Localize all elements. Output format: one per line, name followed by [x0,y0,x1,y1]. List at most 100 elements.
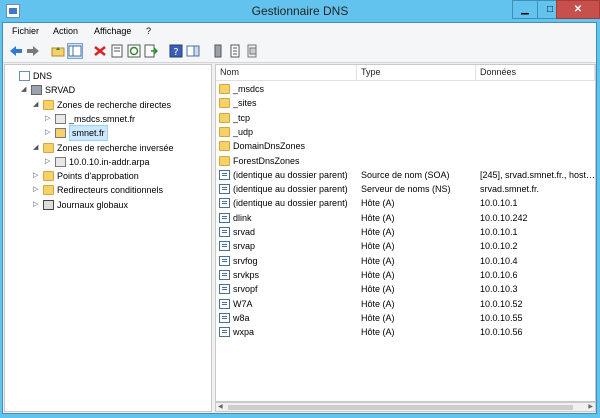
tree-node-label: Zones de recherche directes [57,99,172,110]
log-icon [43,199,54,210]
dns-record-icon [219,269,230,280]
list-item[interactable]: (identique au dossier parent) Source de n… [216,168,595,182]
collapse-arrow-icon[interactable]: ◢ [33,141,41,155]
cell-name: w8a [233,312,250,323]
cell-data: [245], srvad.smnet.fr., host… [480,169,594,180]
menu-help[interactable]: ? [146,26,151,36]
export-list-icon[interactable] [144,44,158,58]
list-item[interactable]: DomainDnsZones [216,139,595,153]
dns-record-icon [219,312,230,323]
menu-affichage[interactable]: Affichage [94,26,131,36]
server-icon [31,85,42,96]
list-item[interactable]: w8a Hôte (A) 10.0.10.55 [216,311,595,325]
list-item[interactable]: W7A Hôte (A) 10.0.10.52 [216,297,595,311]
cell-type: Hôte (A) [361,269,395,280]
list-item[interactable]: srvkps Hôte (A) 10.0.10.6 [216,268,595,282]
tree-node-label: Redirecteurs conditionnels [57,185,164,196]
column-header-nom[interactable]: Nom [216,65,357,81]
forward-arrow-icon[interactable] [26,44,40,58]
list-item[interactable]: wxpa Hôte (A) 10.0.10.56 [216,325,595,339]
expand-arrow-icon[interactable]: ▷ [45,112,53,126]
window-title: Gestionnaire DNS [251,4,349,18]
cell-data: 10.0.10.1 [480,198,518,209]
records-list-icon[interactable] [228,44,242,58]
records-list[interactable]: Nom Type Données _msdcs _sites _tcp _udp Dom… [215,64,596,402]
tree-node-label: _msdcs.smnet.fr [69,113,136,124]
cell-type: Hôte (A) [361,255,395,266]
cell-type: Hôte (A) [361,327,395,338]
close-button[interactable]: ✕ [556,0,600,19]
folder-icon [219,141,230,152]
expand-arrow-icon[interactable]: ▷ [45,126,53,140]
expand-arrow-icon[interactable]: ▷ [33,198,41,212]
cell-type: Source de nom (SOA) [361,169,450,180]
list-item[interactable]: (identique au dossier parent) Hôte (A) 10.… [216,196,595,210]
minimize-button[interactable]: ▁ [512,0,538,19]
expand-arrow-icon[interactable]: ▷ [45,155,53,169]
up-folder-icon[interactable] [51,44,65,58]
menu-fichier[interactable]: Fichier [12,26,39,36]
collapse-arrow-icon[interactable]: ◢ [33,98,41,112]
dns-manager-window: Gestionnaire DNS ▁ □ ✕ Fichier Action Af… [0,0,600,418]
expand-arrow-icon[interactable]: ▷ [33,183,41,197]
column-header-donnees[interactable]: Données [476,65,595,81]
dns-record-icon [219,169,230,180]
dns-record-icon [219,241,230,252]
list-item[interactable]: (identique au dossier parent) Serveur de … [216,182,595,196]
dns-record-icon [219,327,230,338]
show-tree-icon[interactable] [67,43,83,59]
cell-name: srvfog [233,255,258,266]
dns-record-icon [219,184,230,195]
list-item[interactable]: dlink Hôte (A) 10.0.10.242 [216,211,595,225]
scroll-right-arrow-icon[interactable]: ▶ [588,403,593,410]
folder-icon [43,185,54,196]
cell-data: 10.0.10.3 [480,284,518,295]
menu-action[interactable]: Action [53,26,78,36]
cell-type: Hôte (A) [361,298,395,309]
cell-name: dlink [233,212,252,223]
properties-icon[interactable] [110,44,124,58]
cell-name: ForestDnsZones [233,155,300,166]
help-icon[interactable]: ? [169,44,183,58]
zone-icon [55,113,66,124]
tree-node-label: smnet.fr [69,125,108,142]
delete-icon[interactable] [93,44,107,58]
tree-node-label: Zones de recherche inversée [57,142,174,153]
list-item[interactable]: ForestDnsZones [216,154,595,168]
console-tree[interactable]: DNS ◢ SRVAD ◢ Zones de recherche directes ▷ _m… [4,64,212,412]
scrollbar-thumb[interactable] [228,405,573,410]
list-item[interactable]: srvad Hôte (A) 10.0.10.1 [216,225,595,239]
refresh-icon[interactable] [127,44,141,58]
column-header-type[interactable]: Type [357,65,476,81]
cell-name: srvap [233,241,256,252]
horizontal-scrollbar[interactable]: ◀ ▶ [215,402,596,412]
cell-name: wxpa [233,327,255,338]
toolbar: ? [3,40,596,63]
server-icon[interactable] [211,44,225,58]
cell-type: Serveur de noms (NS) [361,184,451,195]
expand-arrow-icon[interactable]: ▷ [33,169,41,183]
dns-icon [19,71,30,81]
list-item[interactable]: srvap Hôte (A) 10.0.10.2 [216,239,595,253]
list-item[interactable]: srvfog Hôte (A) 10.0.10.4 [216,254,595,268]
cell-type: Hôte (A) [361,284,395,295]
cell-name: (identique au dossier parent) [233,169,348,180]
zone-record-icon[interactable] [245,44,259,58]
action-pane-icon[interactable] [186,44,200,58]
list-item[interactable]: srvopf Hôte (A) 10.0.10.3 [216,282,595,296]
tree-node-label: Journaux globaux [57,199,129,210]
cell-data: 10.0.10.56 [480,327,523,338]
title-bar[interactable]: Gestionnaire DNS ▁ □ ✕ [0,0,600,22]
list-item[interactable]: _sites [216,96,595,110]
cell-data: 10.0.10.4 [480,255,518,266]
scroll-left-arrow-icon[interactable]: ◀ [218,403,223,410]
back-arrow-icon[interactable] [9,44,23,58]
cell-type: Hôte (A) [361,312,395,323]
list-item[interactable]: _tcp [216,111,595,125]
list-item[interactable]: _msdcs [216,82,595,96]
cell-name: srvopf [233,284,258,295]
svg-text:?: ? [173,47,178,58]
list-item[interactable]: _udp [216,125,595,139]
cell-name: _msdcs [233,84,265,94]
collapse-arrow-icon[interactable]: ◢ [21,83,29,97]
